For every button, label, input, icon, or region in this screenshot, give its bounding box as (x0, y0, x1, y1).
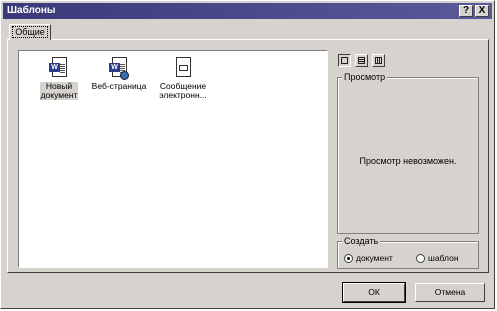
close-button[interactable]: X (475, 5, 489, 17)
title-bar[interactable]: Шаблоны ? X (3, 3, 492, 19)
radio-template[interactable]: шаблон (416, 253, 459, 264)
tab-general[interactable]: Общие (9, 24, 51, 40)
word-webpage-icon: W (109, 57, 129, 80)
word-document-icon: W (49, 57, 68, 79)
template-label: Новый документ (39, 81, 79, 100)
large-icons-icon (341, 57, 348, 64)
ok-button[interactable]: ОК (342, 282, 406, 303)
create-group: Создать документ шаблон (337, 236, 479, 269)
template-item-webpage[interactable]: W Веб-страница (89, 57, 149, 91)
radio-checked-icon (344, 254, 353, 264)
help-button[interactable]: ? (459, 5, 473, 17)
template-item-email[interactable]: Сообщение электронн... (153, 57, 213, 100)
details-view-button[interactable] (372, 54, 385, 67)
large-icons-view-button[interactable] (338, 54, 351, 67)
cancel-button[interactable]: Отмена (415, 283, 485, 302)
list-view-button[interactable] (355, 54, 368, 67)
template-item-new-document[interactable]: W Новый документ (29, 57, 89, 100)
preview-label: Просмотр (342, 72, 388, 82)
create-label: Создать (342, 236, 381, 246)
email-message-icon (174, 57, 192, 79)
templates-dialog: Шаблоны ? X Общие W Новый документ W Веб-… (0, 0, 495, 309)
list-icon (358, 57, 365, 64)
template-label: Веб-страница (91, 81, 147, 91)
preview-group: Просмотр Просмотр невозможен. (337, 72, 479, 234)
radio-unchecked-icon (416, 254, 425, 264)
details-icon (375, 57, 382, 64)
template-label: Сообщение электронн... (159, 81, 207, 100)
template-list[interactable]: W Новый документ W Веб-страница Сообщение… (18, 50, 328, 268)
radio-document[interactable]: документ (344, 253, 393, 264)
window-title: Шаблоны (7, 5, 56, 16)
tab-general-label: Общие (12, 26, 48, 38)
preview-message: Просмотр невозможен. (359, 156, 457, 166)
